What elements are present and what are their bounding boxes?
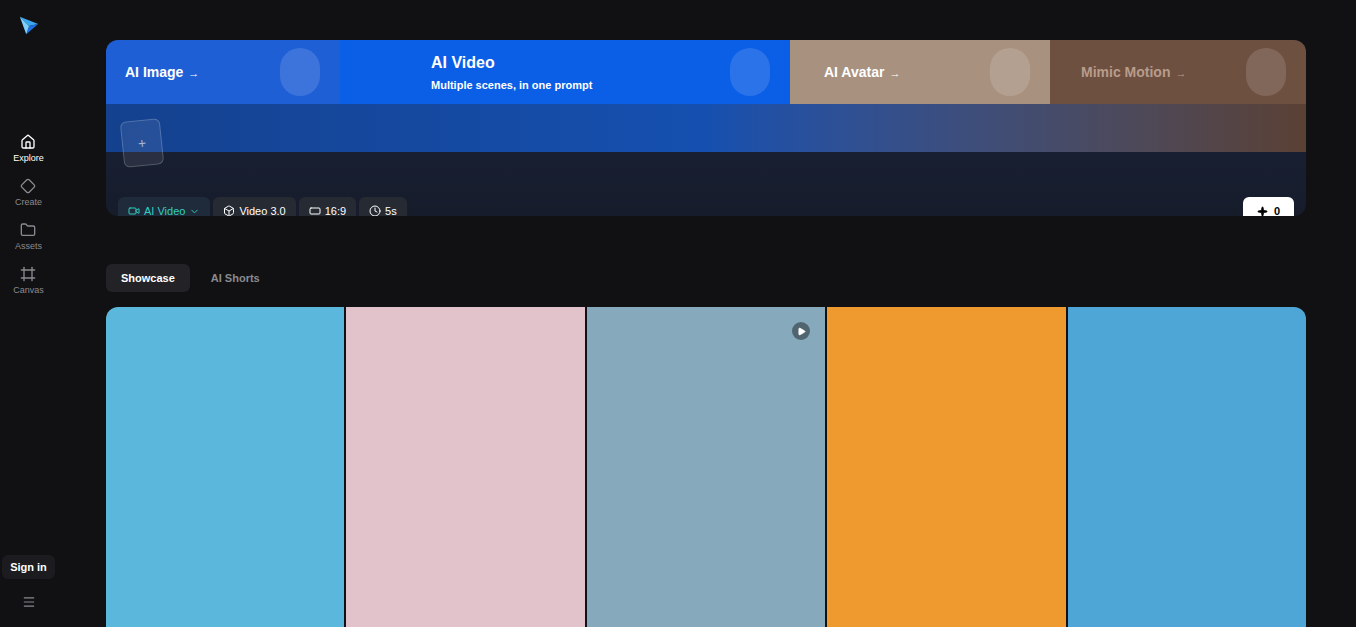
nav-icon — [20, 222, 36, 238]
menu-icon[interactable] — [22, 595, 36, 609]
ratio-select[interactable]: 16:9 — [299, 197, 356, 216]
play-badge — [792, 322, 810, 340]
mode-thumbnail — [990, 48, 1030, 96]
model-select[interactable]: Video 3.0 — [213, 197, 295, 216]
logo-icon[interactable] — [18, 14, 40, 36]
content-tab[interactable]: Showcase — [106, 264, 190, 292]
content-tab[interactable]: AI Shorts — [196, 264, 275, 292]
toolbar: AI VideoVideo 3.016:95s 0 — [106, 152, 1306, 216]
cube-icon — [223, 205, 235, 216]
prompt-area[interactable]: + — [106, 104, 1306, 152]
mode-tab[interactable]: AI Image→ — [106, 40, 340, 104]
create-card: AI Image→AI VideoMultiple scenes, in one… — [106, 40, 1306, 216]
upload-box[interactable]: + — [120, 118, 165, 168]
play-icon — [797, 327, 806, 336]
sparkle-icon — [1257, 206, 1268, 217]
mode-thumbnail — [280, 48, 320, 96]
main: AI Image→AI VideoMultiple scenes, in one… — [57, 0, 1356, 627]
gallery-tile[interactable] — [827, 307, 1065, 627]
app: Explore Create Assets Canvas Sign in AI Image… — [0, 0, 1356, 627]
gallery-tile[interactable] — [346, 307, 584, 627]
gallery-tile[interactable] — [1068, 307, 1306, 627]
duration-select[interactable]: 5s — [359, 197, 407, 216]
mode-tab[interactable]: AI VideoMultiple scenes, in one prompt — [340, 40, 790, 104]
mode-select[interactable]: AI Video — [118, 197, 210, 216]
sign-in-button[interactable]: Sign in — [2, 555, 55, 580]
mode-banner: AI Image→AI VideoMultiple scenes, in one… — [106, 40, 1306, 104]
generate-button[interactable]: 0 — [1243, 197, 1294, 216]
mode-thumbnail — [730, 48, 770, 96]
sidebar-item[interactable]: Canvas — [13, 266, 44, 296]
mode-tab[interactable]: Mimic Motion→ — [1050, 40, 1306, 104]
nav-icon — [20, 266, 36, 282]
video-icon — [128, 205, 140, 216]
content-tabs: ShowcaseAI Shorts — [106, 264, 1306, 292]
sidebar-item[interactable]: Explore — [13, 134, 44, 164]
sidebar-item[interactable]: Assets — [15, 222, 42, 252]
ratio-icon — [309, 205, 321, 216]
nav-icon — [20, 134, 36, 150]
mode-thumbnail — [1246, 48, 1286, 96]
gallery-tile[interactable] — [106, 307, 344, 627]
sidebar-nav: Explore Create Assets Canvas — [13, 134, 44, 296]
mode-tab[interactable]: AI Avatar→ — [790, 40, 1050, 104]
chevron-down-icon — [189, 206, 200, 217]
nav-icon — [20, 178, 36, 194]
sidebar: Explore Create Assets Canvas Sign in — [0, 0, 57, 627]
sidebar-item[interactable]: Create — [15, 178, 42, 208]
gallery-tile[interactable] — [587, 307, 825, 627]
clock-icon — [369, 205, 381, 216]
gallery — [106, 307, 1306, 627]
